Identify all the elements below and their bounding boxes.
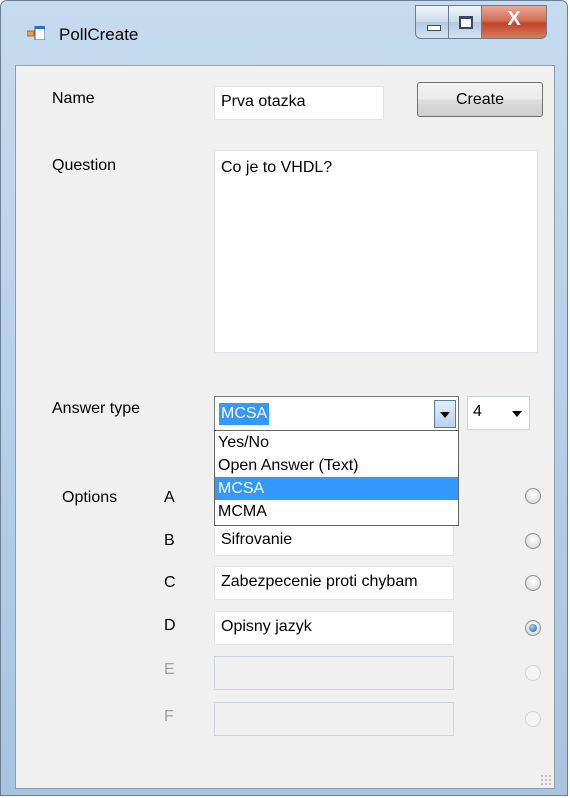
form-app-icon — [27, 26, 45, 40]
close-button[interactable]: X — [481, 5, 547, 39]
option-a-radio[interactable] — [525, 488, 541, 504]
option-a-letter: A — [164, 489, 175, 506]
option-count-value: 4 — [473, 403, 482, 420]
question-textarea[interactable]: Co je to VHDL? — [214, 150, 538, 353]
option-e-radio[interactable] — [525, 665, 541, 681]
poll-create-window: PollCreate X Name Prva otazka Create Que… — [0, 0, 568, 796]
options-label: Options — [62, 489, 118, 506]
resize-grip-icon[interactable] — [540, 774, 552, 786]
answer-type-select[interactable]: MCSA — [214, 396, 459, 431]
option-b-letter: B — [164, 532, 175, 549]
option-f-letter: F — [164, 708, 174, 725]
dropdown-arrow-button[interactable] — [434, 400, 456, 428]
chevron-down-icon — [440, 412, 450, 418]
option-d-radio[interactable] — [525, 620, 541, 636]
answer-type-value: MCSA — [219, 403, 270, 425]
dropdown-option-mcma[interactable]: MCMA — [215, 500, 458, 523]
answer-type-dropdown-list: Yes/No Open Answer (Text) MCSA MCMA — [214, 430, 459, 526]
radio-selected-dot — [529, 624, 537, 632]
form-client-area: Name Prva otazka Create Question Co je t… — [15, 65, 555, 789]
option-f-radio[interactable] — [525, 711, 541, 727]
maximize-button[interactable] — [448, 5, 482, 39]
minimize-button[interactable] — [415, 5, 449, 39]
option-count-select[interactable]: 4 — [467, 396, 530, 430]
dropdown-option-yes-no[interactable]: Yes/No — [215, 431, 458, 454]
window-title: PollCreate — [59, 25, 139, 44]
close-icon: X — [507, 8, 521, 30]
name-input[interactable]: Prva otazka — [214, 86, 384, 120]
option-f-input[interactable] — [214, 702, 454, 736]
dropdown-option-mcsa[interactable]: MCSA — [215, 477, 458, 500]
answer-type-label: Answer type — [52, 400, 141, 417]
option-c-letter: C — [164, 574, 176, 591]
option-d-input[interactable]: Opisny jazyk — [214, 611, 454, 645]
create-button[interactable]: Create — [417, 82, 543, 117]
option-e-letter: E — [164, 661, 175, 678]
option-e-input[interactable] — [214, 656, 454, 690]
option-c-radio[interactable] — [525, 575, 541, 591]
dropdown-option-open-answer[interactable]: Open Answer (Text) — [215, 454, 458, 477]
question-label: Question — [52, 157, 117, 174]
chevron-down-icon — [512, 411, 522, 417]
maximize-icon — [459, 16, 473, 29]
title-bar[interactable]: PollCreate X — [1, 1, 567, 65]
minimize-icon — [427, 25, 441, 31]
option-c-input[interactable]: Zabezpecenie proti chybam — [214, 566, 454, 600]
option-b-input[interactable]: Sifrovanie — [214, 524, 454, 556]
option-b-radio[interactable] — [525, 533, 541, 549]
name-label: Name — [52, 90, 95, 107]
option-d-letter: D — [164, 617, 176, 634]
